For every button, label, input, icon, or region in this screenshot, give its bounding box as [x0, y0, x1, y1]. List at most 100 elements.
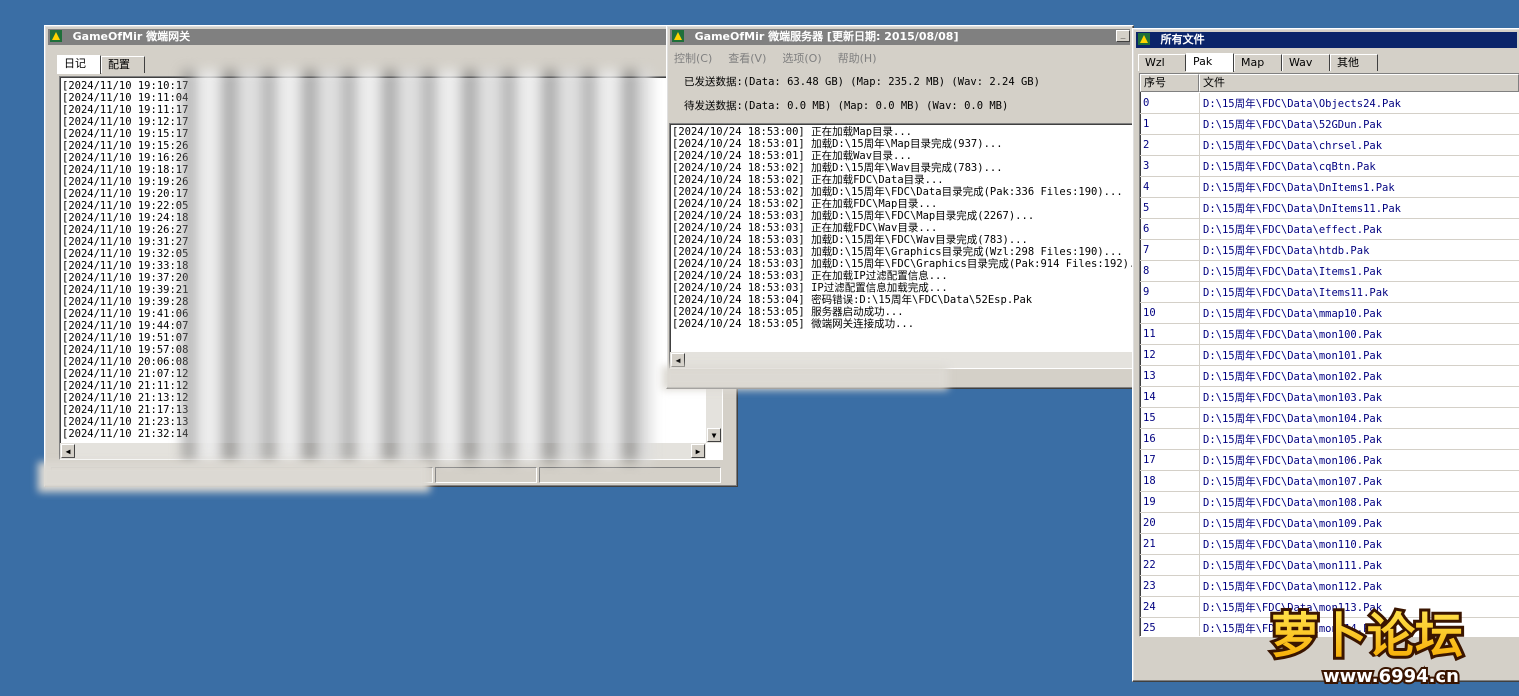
- row-file-path: D:\15周年\FDC\Data\DnItems1.Pak: [1199, 176, 1519, 198]
- gateway-titlebar[interactable]: GameOfMir 微端网关: [48, 29, 734, 45]
- row-file-path: D:\15周年\FDC\Data\effect.Pak: [1199, 218, 1519, 240]
- server-title: GameOfMir 微端服务器 [更新日期: 2015/08/08]: [694, 30, 959, 43]
- table-row[interactable]: 1 D:\15周年\FDC\Data\52GDun.Pak: [1140, 113, 1519, 135]
- files-list-panel[interactable]: 序号 文件 0 D:\15周年\FDC\Data\Objects24.Pak 1 D:…: [1139, 73, 1519, 637]
- row-index: 23: [1140, 575, 1200, 597]
- row-index: 21: [1140, 533, 1200, 555]
- row-index: 19: [1140, 491, 1200, 513]
- server-titlebar[interactable]: GameOfMir 微端服务器 [更新日期: 2015/08/08] _: [670, 29, 1130, 45]
- table-row[interactable]: 14 D:\15周年\FDC\Data\mon103.Pak: [1140, 386, 1519, 408]
- menu-help[interactable]: 帮助(H): [838, 50, 877, 66]
- row-file-path: D:\15周年\FDC\Data\mon100.Pak: [1199, 323, 1519, 345]
- table-row[interactable]: 3 D:\15周年\FDC\Data\cqBtn.Pak: [1140, 155, 1519, 177]
- server-menubar: 控制(C) 查看(V) 选项(O) 帮助(H): [674, 50, 876, 66]
- files-list-header: 序号 文件: [1140, 74, 1519, 92]
- server-log-line: [2024/10/24 18:53:02] 正在加载FDC\Data目录...: [672, 174, 944, 186]
- tab-map[interactable]: Map: [1234, 54, 1282, 71]
- column-file[interactable]: 文件: [1199, 74, 1519, 92]
- menu-view[interactable]: 查看(V): [728, 50, 766, 66]
- row-file-path: D:\15周年\FDC\Data\chrsel.Pak: [1199, 134, 1519, 156]
- row-file-path: D:\15周年\FDC\Data\mon105.Pak: [1199, 428, 1519, 450]
- server-window[interactable]: GameOfMir 微端服务器 [更新日期: 2015/08/08] _ 控制(…: [666, 25, 1134, 389]
- row-index: 5: [1140, 197, 1200, 219]
- table-row[interactable]: 2 D:\15周年\FDC\Data\chrsel.Pak: [1140, 134, 1519, 156]
- row-file-path: D:\15周年\FDC\Data\mon106.Pak: [1199, 449, 1519, 471]
- minimize-icon[interactable]: _: [1116, 30, 1130, 42]
- row-file-path: D:\15周年\FDC\Data\mon108.Pak: [1199, 491, 1519, 513]
- gateway-title: GameOfMir 微端网关: [72, 30, 191, 43]
- table-row[interactable]: 21 D:\15周年\FDC\Data\mon110.Pak: [1140, 533, 1519, 555]
- row-file-path: D:\15周年\FDC\Data\mon111.Pak: [1199, 554, 1519, 576]
- redacted-area: [182, 70, 652, 462]
- files-titlebar[interactable]: 所有文件: [1136, 32, 1517, 48]
- row-index: 0: [1140, 93, 1200, 114]
- column-index[interactable]: 序号: [1140, 74, 1199, 92]
- table-row[interactable]: 6 D:\15周年\FDC\Data\effect.Pak: [1140, 218, 1519, 240]
- app-icon: [50, 30, 62, 42]
- table-row[interactable]: 0 D:\15周年\FDC\Data\Objects24.Pak: [1140, 93, 1519, 114]
- row-index: 18: [1140, 470, 1200, 492]
- row-file-path: D:\15周年\FDC\Data\mon109.Pak: [1199, 512, 1519, 534]
- server-log-line: [2024/10/24 18:53:05] 服务器启动成功...: [672, 306, 904, 318]
- server-log-line: [2024/10/24 18:53:03] 加载D:\15周年\FDC\Wav目…: [672, 234, 1028, 246]
- forum-watermark: 萝卜论坛 www.6994.cn: [1265, 596, 1505, 690]
- table-row[interactable]: 16 D:\15周年\FDC\Data\mon105.Pak: [1140, 428, 1519, 450]
- files-table: 0 D:\15周年\FDC\Data\Objects24.Pak 1 D:\15周年\…: [1140, 93, 1519, 636]
- server-log-line: [2024/10/24 18:53:02] 正在加载FDC\Map目录...: [672, 198, 938, 210]
- files-window[interactable]: 所有文件 Wzl Pak Map Wav 其他 序号 文件 0 D:\15周年\F…: [1132, 28, 1519, 682]
- menu-control[interactable]: 控制(C): [674, 50, 712, 66]
- row-file-path: D:\15周年\FDC\Data\mmap10.Pak: [1199, 302, 1519, 324]
- table-row[interactable]: 11 D:\15周年\FDC\Data\mon100.Pak: [1140, 323, 1519, 345]
- table-row[interactable]: 12 D:\15周年\FDC\Data\mon101.Pak: [1140, 344, 1519, 366]
- row-file-path: D:\15周年\FDC\Data\mon107.Pak: [1199, 470, 1519, 492]
- scroll-right-icon[interactable]: ▶: [691, 444, 705, 458]
- row-file-path: D:\15周年\FDC\Data\Items1.Pak: [1199, 260, 1519, 282]
- table-row[interactable]: 22 D:\15周年\FDC\Data\mon111.Pak: [1140, 554, 1519, 576]
- row-file-path: D:\15周年\FDC\Data\mon104.Pak: [1199, 407, 1519, 429]
- tab-pak[interactable]: Pak: [1186, 53, 1234, 72]
- table-row[interactable]: 9 D:\15周年\FDC\Data\Items11.Pak: [1140, 281, 1519, 303]
- table-row[interactable]: 23 D:\15周年\FDC\Data\mon112.Pak: [1140, 575, 1519, 597]
- server-log-list: [2024/10/24 18:53:00] 正在加载Map目录... [2024/…: [670, 124, 1132, 330]
- table-row[interactable]: 4 D:\15周年\FDC\Data\DnItems1.Pak: [1140, 176, 1519, 198]
- server-log-line: [2024/10/24 18:53:03] 正在加载FDC\Wav目录...: [672, 222, 938, 234]
- row-index: 12: [1140, 344, 1200, 366]
- row-index: 9: [1140, 281, 1200, 303]
- table-row[interactable]: 20 D:\15周年\FDC\Data\mon109.Pak: [1140, 512, 1519, 534]
- app-icon: [1138, 33, 1150, 45]
- row-file-path: D:\15周年\FDC\Data\mon101.Pak: [1199, 344, 1519, 366]
- server-log-panel[interactable]: [2024/10/24 18:53:00] 正在加载Map目录... [2024/…: [669, 123, 1133, 369]
- row-file-path: D:\15周年\FDC\Data\mon110.Pak: [1199, 533, 1519, 555]
- table-row[interactable]: 18 D:\15周年\FDC\Data\mon107.Pak: [1140, 470, 1519, 492]
- menu-options[interactable]: 选项(O): [782, 50, 821, 66]
- row-index: 11: [1140, 323, 1200, 345]
- carrot-logo-icon: 萝卜论坛 www.6994.cn: [1268, 605, 1466, 689]
- row-index: 7: [1140, 239, 1200, 261]
- row-index: 4: [1140, 176, 1200, 198]
- table-row[interactable]: 17 D:\15周年\FDC\Data\mon106.Pak: [1140, 449, 1519, 471]
- pending-data-label: 待发送数据:(Data: 0.0 MB) (Map: 0.0 MB) (Wav:…: [684, 100, 1009, 112]
- row-index: 16: [1140, 428, 1200, 450]
- tab-log[interactable]: 日记: [57, 55, 101, 74]
- server-log-line: [2024/10/24 18:53:02] 加载D:\15周年\Wav目录完成(…: [672, 162, 1003, 174]
- watermark-brand: 萝卜论坛: [1271, 608, 1463, 664]
- tab-config[interactable]: 配置: [101, 56, 145, 73]
- table-row[interactable]: 13 D:\15周年\FDC\Data\mon102.Pak: [1140, 365, 1519, 387]
- scroll-left-icon[interactable]: ◀: [61, 444, 75, 458]
- tab-wzl[interactable]: Wzl: [1138, 54, 1186, 71]
- tab-other[interactable]: 其他: [1330, 54, 1378, 71]
- table-row[interactable]: 7 D:\15周年\FDC\Data\htdb.Pak: [1140, 239, 1519, 261]
- server-log-line: [2024/10/24 18:53:03] 加载D:\15周年\FDC\Grap…: [672, 258, 1133, 270]
- table-row[interactable]: 15 D:\15周年\FDC\Data\mon104.Pak: [1140, 407, 1519, 429]
- table-row[interactable]: 5 D:\15周年\FDC\Data\DnItems11.Pak: [1140, 197, 1519, 219]
- scroll-down-icon[interactable]: ▼: [707, 428, 721, 442]
- table-row[interactable]: 8 D:\15周年\FDC\Data\Items1.Pak: [1140, 260, 1519, 282]
- row-index: 2: [1140, 134, 1200, 156]
- table-row[interactable]: 19 D:\15周年\FDC\Data\mon108.Pak: [1140, 491, 1519, 513]
- row-index: 14: [1140, 386, 1200, 408]
- table-row[interactable]: 10 D:\15周年\FDC\Data\mmap10.Pak: [1140, 302, 1519, 324]
- scroll-left-icon[interactable]: ◀: [671, 353, 685, 367]
- tab-wav[interactable]: Wav: [1282, 54, 1330, 71]
- server-log-line: [2024/10/24 18:53:03] 加载D:\15周年\Graphics…: [672, 246, 1123, 258]
- row-file-path: D:\15周年\FDC\Data\cqBtn.Pak: [1199, 155, 1519, 177]
